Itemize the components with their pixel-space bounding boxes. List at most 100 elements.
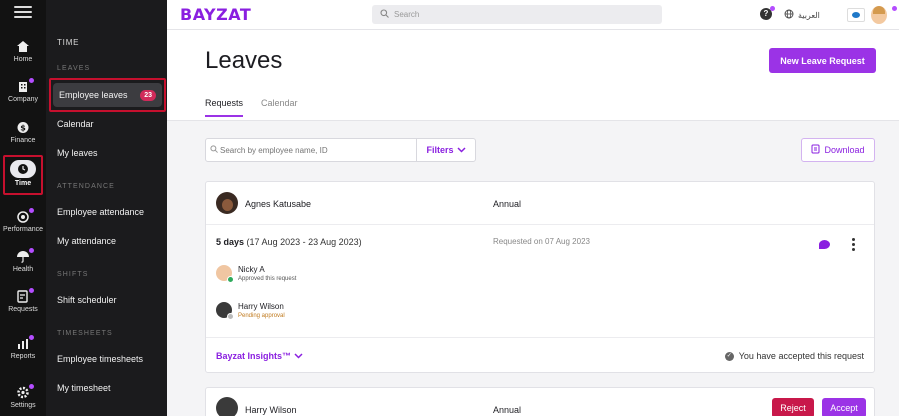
count-badge: 23: [140, 89, 156, 101]
download-button[interactable]: Download: [801, 138, 875, 162]
requested-date: Requested on 07 Aug 2023: [493, 237, 590, 246]
avatar: [216, 302, 234, 320]
sidebar-group-shifts: SHIFTS: [57, 271, 89, 278]
avatar: [216, 265, 234, 283]
leave-request-card: Agnes Katusabe Annual 5 days (17 Aug 202…: [205, 181, 875, 373]
sidebar-item-employee-leaves-highlight: Employee leaves 23: [49, 78, 166, 112]
help-label: ?: [763, 9, 769, 18]
requests-icon: [16, 288, 34, 303]
filters-button[interactable]: Filters: [416, 139, 475, 161]
rail-item-settings[interactable]: Settings: [0, 384, 46, 409]
approver-status: Pending approval: [238, 313, 285, 319]
svg-text:$: $: [20, 124, 26, 133]
avatar: [216, 192, 238, 214]
target-icon: [16, 208, 34, 223]
employee-name[interactable]: Harry Wilson: [245, 405, 297, 415]
sidebar-item-employee-leaves[interactable]: Employee leaves 23: [53, 83, 162, 107]
sidebar-group-attendance: ATTENDANCE: [57, 183, 115, 190]
approved-check-icon: [227, 276, 234, 283]
card-header: Agnes Katusabe Annual: [206, 182, 874, 225]
insights-label: Bayzat Insights™: [216, 351, 292, 361]
leave-type: Annual: [493, 405, 522, 415]
help-icon[interactable]: ?: [760, 6, 775, 20]
rail-label-reports: Reports: [10, 353, 36, 360]
page-title: Leaves: [205, 47, 283, 74]
sidebar-item-my-attendance[interactable]: My attendance: [57, 236, 116, 246]
tab-requests[interactable]: Requests: [205, 98, 244, 117]
accept-button[interactable]: Accept: [822, 398, 866, 416]
check-circle-icon: ✓: [724, 351, 734, 361]
pending-clock-icon: [227, 313, 234, 320]
rail-label-time: Time: [14, 180, 32, 187]
leave-type: Annual: [493, 199, 522, 209]
rail-item-finance[interactable]: $ Finance: [0, 121, 46, 144]
home-icon: [16, 40, 30, 53]
rail-item-performance[interactable]: Performance: [0, 208, 46, 233]
download-label: Download: [824, 145, 865, 155]
reject-button[interactable]: Reject: [772, 398, 814, 416]
approver-status: Approved this request: [238, 276, 297, 282]
chart-icon: [16, 335, 34, 350]
sidebar-item-my-timesheet[interactable]: My timesheet: [57, 383, 111, 393]
sidebar-item-employee-timesheets[interactable]: Employee timesheets: [57, 354, 143, 364]
sidebar-item-label: Employee leaves: [59, 90, 128, 100]
employee-name[interactable]: Agnes Katusabe: [245, 199, 311, 209]
new-leave-request-button[interactable]: New Leave Request: [769, 48, 876, 73]
accepted-status: ✓ You have accepted this request: [724, 351, 864, 361]
accepted-text: You have accepted this request: [738, 351, 864, 361]
chevron-down-icon: [456, 145, 466, 155]
rail-item-requests[interactable]: Requests: [0, 288, 46, 313]
employee-search-input[interactable]: [206, 145, 416, 155]
approver-name: Harry Wilson: [238, 302, 284, 311]
sidebar-item-employee-attendance[interactable]: Employee attendance: [57, 207, 144, 217]
sidebar-item-calendar[interactable]: Calendar: [57, 119, 94, 129]
gear-icon: [16, 384, 34, 399]
company-logo-icon: [847, 8, 865, 22]
hamburger-menu-icon[interactable]: [14, 6, 32, 20]
chevron-down-icon: [294, 353, 303, 359]
rail-label-company: Company: [8, 96, 38, 103]
sidebar-item-shift-scheduler[interactable]: Shift scheduler: [57, 295, 117, 305]
leave-days: 5 days: [216, 237, 245, 247]
clock-icon: [10, 160, 36, 178]
rail-item-health[interactable]: Health: [0, 248, 46, 273]
sidebar-group-leaves: LEAVES: [57, 65, 91, 72]
top-bar: BAYZAT Search ? العربية: [167, 0, 899, 30]
secondary-sidebar: TIME LEAVES Employee leaves 23 Calendar …: [46, 0, 167, 416]
rail-item-time[interactable]: Time: [3, 155, 43, 195]
rail-label-settings: Settings: [10, 402, 36, 409]
icon-rail: Home Company $ Finance Time Performance: [0, 0, 46, 416]
rail-item-reports[interactable]: Reports: [0, 335, 46, 360]
rail-label-home: Home: [13, 56, 33, 63]
approver-row: Harry Wilson Pending approval: [216, 302, 285, 320]
more-options-icon[interactable]: [852, 238, 856, 251]
sidebar-group-timesheets: TIMESHEETS: [57, 330, 113, 337]
rail-label-requests: Requests: [8, 306, 38, 313]
bayzat-logo[interactable]: BAYZAT: [180, 5, 251, 24]
tab-bar: Requests Calendar: [205, 98, 298, 117]
account-switcher[interactable]: [847, 4, 897, 26]
download-icon: [811, 144, 820, 156]
dollar-icon: $: [16, 121, 30, 134]
tab-calendar[interactable]: Calendar: [261, 98, 298, 117]
search-placeholder: Search: [394, 10, 420, 19]
rail-label-finance: Finance: [10, 137, 36, 144]
search-icon: [380, 9, 389, 20]
language-switch[interactable]: العربية: [784, 9, 820, 21]
avatar: [216, 397, 238, 416]
comment-icon[interactable]: [819, 240, 830, 249]
global-search[interactable]: Search: [372, 5, 662, 24]
rail-item-home[interactable]: Home: [0, 40, 46, 63]
approver-row: Nicky A Approved this request: [216, 265, 297, 283]
leave-duration: 5 days (17 Aug 2023 - 23 Aug 2023): [216, 237, 362, 247]
leave-request-card: Harry Wilson Annual Reject Accept: [205, 387, 875, 416]
building-icon: [16, 78, 34, 93]
bayzat-insights-toggle[interactable]: Bayzat Insights™: [216, 351, 303, 361]
page-header: Leaves New Leave Request Requests Calend…: [167, 30, 899, 121]
rail-label-performance: Performance: [2, 226, 44, 233]
filters-label: Filters: [426, 145, 454, 155]
card-footer: Bayzat Insights™ ✓ You have accepted thi…: [206, 337, 874, 373]
rail-item-company[interactable]: Company: [0, 78, 46, 103]
sidebar-item-my-leaves[interactable]: My leaves: [57, 148, 98, 158]
rail-label-health: Health: [12, 266, 34, 273]
